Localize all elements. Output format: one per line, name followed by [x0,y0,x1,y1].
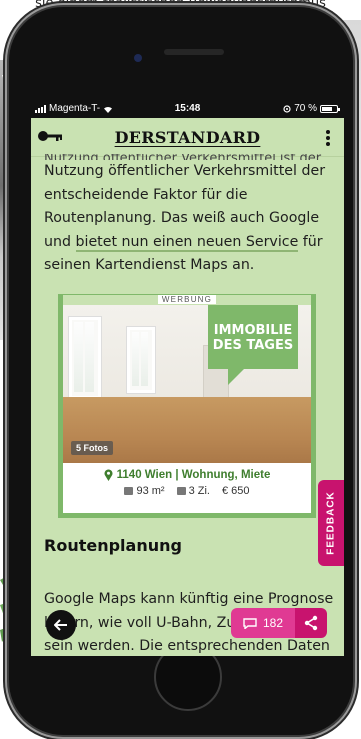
ad-price: € 650 [222,485,250,497]
background-left-text: v [2,72,8,84]
status-bar: Magenta-T- 15:48 70 % [31,100,344,118]
section-heading: Routenplanung [44,536,182,555]
location-icon [283,104,291,113]
ad-card[interactable]: WERBUNG IMMOBILIE DES TAGES 5 Fotos 1140… [58,294,316,518]
comments-count: 182 [262,616,284,630]
more-vertical-icon[interactable] [326,130,330,146]
article-link[interactable]: bietet nun einen neuen Service [75,233,299,252]
ad-info: 1140 Wien | Wohnung, Miete 93 m² 3 Zi. €… [63,469,311,497]
battery-icon [320,104,340,113]
map-pin-icon [104,469,113,481]
earpiece-speaker [164,49,224,55]
ad-location: 1140 Wien | Wohnung, Miete [63,469,311,481]
comment-icon [243,617,257,629]
share-button[interactable] [295,608,327,638]
front-camera [134,54,142,62]
battery-percent: 70 % [294,103,317,114]
ad-rooms: 3 Zi. [176,485,210,497]
arrow-left-icon [54,619,67,631]
room-window-middle [127,327,155,393]
apartment-photo[interactable]: IMMOBILIE DES TAGES 5 Fotos [63,305,311,463]
article-body: Nutzung öffentlicher Verkehrsmittel ist … [44,154,336,278]
room-window-left [69,317,101,399]
ad-label: WERBUNG [63,295,311,305]
share-icon [304,615,318,631]
site-header: DERSTANDARD [31,118,344,157]
badge-text: IMMOBILIE DES TAGES [212,323,294,353]
phone-screen: Magenta-T- 15:48 70 % DERSTANDARD Nutzun… [31,100,344,656]
rooms-icon [176,487,186,495]
back-button[interactable] [46,610,76,640]
ad-details: 93 m² 3 Zi. € 650 [63,485,311,497]
feedback-tab[interactable]: FEEDBACK [318,480,344,566]
ad-area: 93 m² [124,485,165,497]
site-logo[interactable]: DERSTANDARD [31,128,344,147]
photos-count-badge[interactable]: 5 Fotos [71,441,114,455]
feedback-label: FEEDBACK [325,491,337,555]
article-paragraph: Nutzung öffentlicher Verkehrsmittel der … [44,163,326,273]
comments-button[interactable]: 182 [231,608,295,638]
status-right: 70 % [283,103,340,114]
floorplan-icon [124,487,134,495]
